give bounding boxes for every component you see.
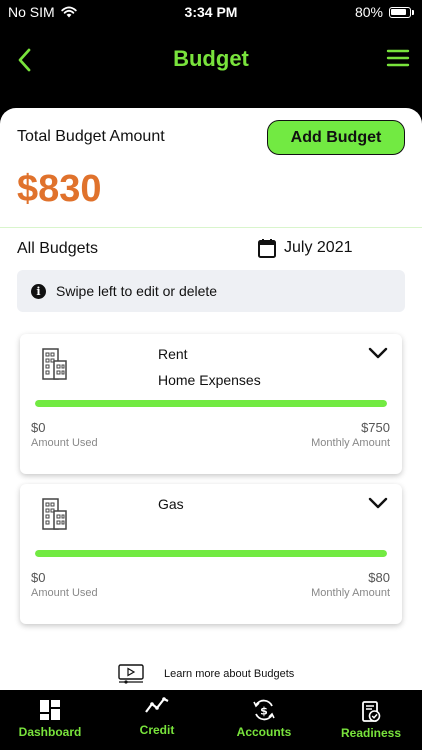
- amount-used-value: $0: [31, 570, 46, 585]
- readiness-icon: [362, 701, 381, 722]
- content-sheet: Total Budget Amount Add Budget $830 All …: [0, 108, 422, 690]
- monthly-amount-value: $750: [361, 420, 390, 435]
- chevron-down-icon[interactable]: [368, 496, 388, 510]
- add-budget-button[interactable]: Add Budget: [267, 120, 405, 155]
- all-budgets-heading: All Budgets: [17, 240, 98, 257]
- accounts-icon: $: [253, 699, 275, 721]
- video-icon: [118, 664, 144, 684]
- credit-trend-icon: [145, 697, 169, 713]
- learn-more-link[interactable]: Learn more about Budgets: [118, 664, 294, 684]
- battery-tip: [412, 9, 414, 15]
- calendar-icon: [258, 239, 276, 258]
- info-banner: i Swipe left to edit or delete: [17, 270, 405, 312]
- nav-label: Credit: [139, 723, 175, 737]
- budget-card-rent[interactable]: Rent Home Expenses $0 Amount Used $750 M…: [20, 334, 402, 474]
- budget-progress-bar: [35, 400, 387, 407]
- battery-icon: [389, 6, 411, 18]
- status-right: 80%: [355, 4, 414, 20]
- monthly-amount-value: $80: [368, 570, 390, 585]
- amount-used-label: Amount Used: [31, 587, 98, 599]
- building-icon: [42, 498, 67, 530]
- amount-used-value: $0: [31, 420, 46, 435]
- budget-name: Rent: [158, 346, 188, 362]
- status-bar: No SIM 3:34 PM 80%: [0, 0, 422, 24]
- battery-percent: 80%: [354, 4, 383, 20]
- nav-dashboard[interactable]: Dashboard: [0, 690, 100, 750]
- nav-label: Readiness: [340, 726, 402, 740]
- learn-more-text: Learn more about Budgets: [164, 668, 295, 680]
- nav-credit[interactable]: Credit: [107, 690, 207, 750]
- page-title: Budget: [173, 46, 249, 71]
- divider: [0, 227, 422, 228]
- nav-label: Accounts: [236, 725, 292, 739]
- nav-accounts[interactable]: $ Accounts: [214, 690, 314, 750]
- building-icon: [42, 348, 67, 380]
- budget-card-gas[interactable]: Gas $0 Amount Used $80 Monthly Amount: [20, 484, 402, 624]
- total-budget-amount: $830: [17, 168, 102, 210]
- budget-progress-fill: [35, 550, 387, 557]
- amount-used-label: Amount Used: [31, 437, 98, 449]
- budget-progress-fill: [35, 400, 387, 407]
- budget-name: Gas: [158, 496, 184, 512]
- nav-label: Dashboard: [18, 725, 82, 739]
- budget-category: Home Expenses: [158, 372, 261, 388]
- bottom-nav: Dashboard Credit $ Accounts Readiness: [0, 690, 422, 750]
- budget-progress-bar: [35, 550, 387, 557]
- info-icon: i: [31, 283, 46, 299]
- month-picker[interactable]: July 2021: [258, 238, 353, 258]
- month-label: July 2021: [284, 239, 353, 256]
- monthly-amount-label: Monthly Amount: [311, 437, 390, 449]
- dashboard-icon: [40, 700, 60, 720]
- nav-readiness[interactable]: Readiness: [321, 690, 421, 750]
- hamburger-menu-icon[interactable]: [386, 46, 410, 70]
- total-budget-label: Total Budget Amount: [17, 128, 165, 145]
- app-header: Budget: [0, 36, 422, 84]
- chevron-down-icon[interactable]: [368, 346, 388, 360]
- info-text: Swipe left to edit or delete: [56, 283, 218, 299]
- monthly-amount-label: Monthly Amount: [311, 587, 390, 599]
- svg-text:$: $: [260, 705, 268, 718]
